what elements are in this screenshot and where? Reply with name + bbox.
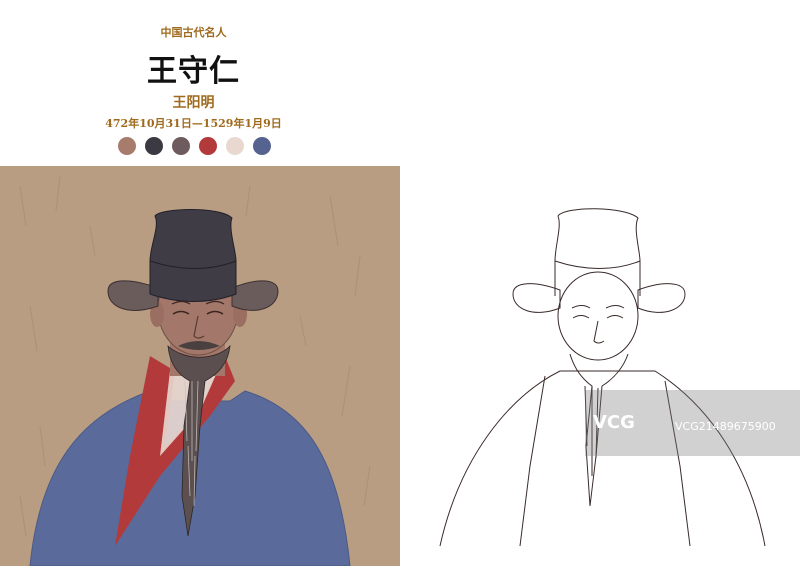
palette-swatch xyxy=(172,137,190,155)
palette-swatch xyxy=(199,137,217,155)
category-label: 中国古代名人 xyxy=(160,26,227,39)
color-portrait-panel xyxy=(0,166,400,566)
color-palette xyxy=(118,137,271,155)
palette-swatch xyxy=(118,137,136,155)
page-title: 王守仁 xyxy=(147,54,240,89)
line-art-portrait xyxy=(400,166,800,566)
watermark-id: VCG21489675900 xyxy=(675,420,776,433)
line-art-panel xyxy=(400,166,800,566)
palette-swatch xyxy=(145,137,163,155)
title-block: 中国古代名人 王守仁 王阳明 472年10月31日—1529年1月9日 xyxy=(0,0,400,166)
palette-swatch xyxy=(226,137,244,155)
life-dates: 472年10月31日—1529年1月9日 xyxy=(105,117,282,130)
palette-swatch xyxy=(253,137,271,155)
alternate-name: 王阳明 xyxy=(172,95,215,111)
hat xyxy=(149,209,237,302)
color-portrait xyxy=(0,166,400,566)
watermark-brand: VCG xyxy=(593,412,635,433)
